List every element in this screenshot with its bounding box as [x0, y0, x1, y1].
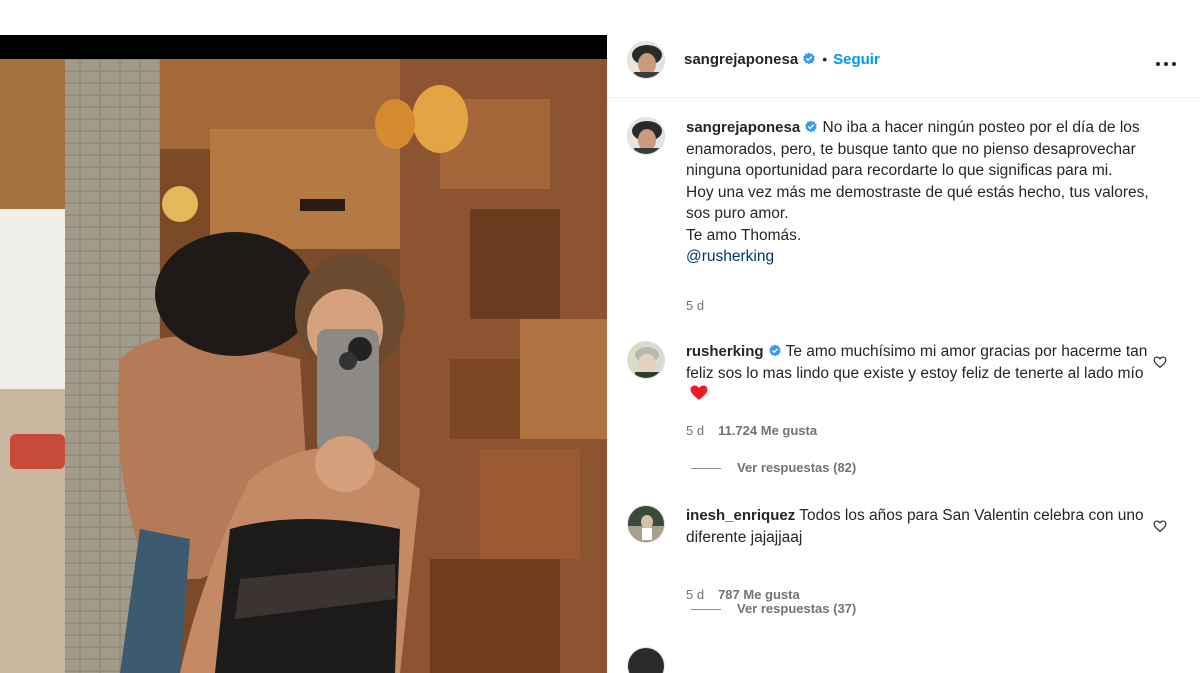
- comment-item: rusherking Te amo muchísimo mi amor grac…: [627, 341, 1167, 438]
- view-replies-button[interactable]: Ver respuestas (37): [691, 601, 856, 616]
- follow-button[interactable]: Seguir: [833, 51, 880, 68]
- heart-outline-icon[interactable]: [1153, 519, 1167, 533]
- comment-username[interactable]: inesh_enriquez: [686, 507, 795, 524]
- replies-divider-line: [691, 468, 721, 470]
- verified-badge-icon: [803, 52, 815, 65]
- comment-username[interactable]: rusherking: [686, 343, 764, 360]
- view-replies-button[interactable]: Ver respuestas (82): [691, 460, 856, 475]
- caption-meta: 5 d: [686, 298, 704, 313]
- comment-body: inesh_enriquez Todos los años para San V…: [686, 505, 1156, 548]
- red-heart-emoji: [690, 385, 708, 400]
- verified-badge-icon: [805, 120, 817, 133]
- caption-username[interactable]: sangrejaponesa: [686, 119, 800, 136]
- couple-selfie-image: [0, 59, 607, 673]
- comment-likes[interactable]: 11.724 Me gusta: [718, 423, 817, 438]
- post-photo-pane: [0, 35, 607, 673]
- caption-text-2: Hoy una vez más me demostraste de qué es…: [686, 183, 1149, 223]
- caption-text-3: Te amo Thomás.: [686, 226, 802, 244]
- caption-author-avatar[interactable]: [627, 117, 665, 155]
- commenter-avatar[interactable]: [627, 505, 665, 543]
- caption-mention-link[interactable]: @rusherking: [686, 248, 774, 265]
- comment-body: rusherking Te amo muchísimo mi amor grac…: [686, 341, 1156, 406]
- author-avatar[interactable]: [627, 41, 665, 79]
- author-username[interactable]: sangrejaponesa: [684, 51, 798, 68]
- view-replies-label: Ver respuestas (82): [737, 460, 857, 475]
- comment-time[interactable]: 5 d: [686, 423, 704, 438]
- comment-likes[interactable]: 787 Me gusta: [718, 587, 800, 602]
- more-options-icon[interactable]: [1154, 52, 1178, 76]
- replies-divider-line: [691, 609, 721, 611]
- heart-outline-icon[interactable]: [1153, 355, 1167, 369]
- comment-meta: 5 d 11.724 Me gusta: [686, 423, 817, 438]
- comment-meta: 5 d 787 Me gusta: [686, 587, 800, 602]
- comment-item: inesh_enriquez Todos los años para San V…: [627, 505, 1167, 602]
- post-side-panel: sangrejaponesa • Seguir sangrejaponesa No …: [607, 35, 1200, 673]
- comment-time[interactable]: 5 d: [686, 587, 704, 602]
- verified-badge-icon: [768, 344, 781, 357]
- caption-body: sangrejaponesa No iba a hacer ningún pos…: [686, 117, 1156, 268]
- post-header: sangrejaponesa • Seguir: [607, 35, 1200, 98]
- photo-top-bar: [0, 35, 607, 59]
- post-photo[interactable]: [0, 59, 607, 673]
- commenter-avatar[interactable]: [627, 647, 665, 673]
- caption-time[interactable]: 5 d: [686, 298, 704, 313]
- commenter-avatar[interactable]: [627, 341, 665, 379]
- view-replies-label: Ver respuestas (37): [737, 601, 857, 616]
- caption: sangrejaponesa No iba a hacer ningún pos…: [627, 117, 1167, 317]
- separator-dot: •: [822, 51, 828, 67]
